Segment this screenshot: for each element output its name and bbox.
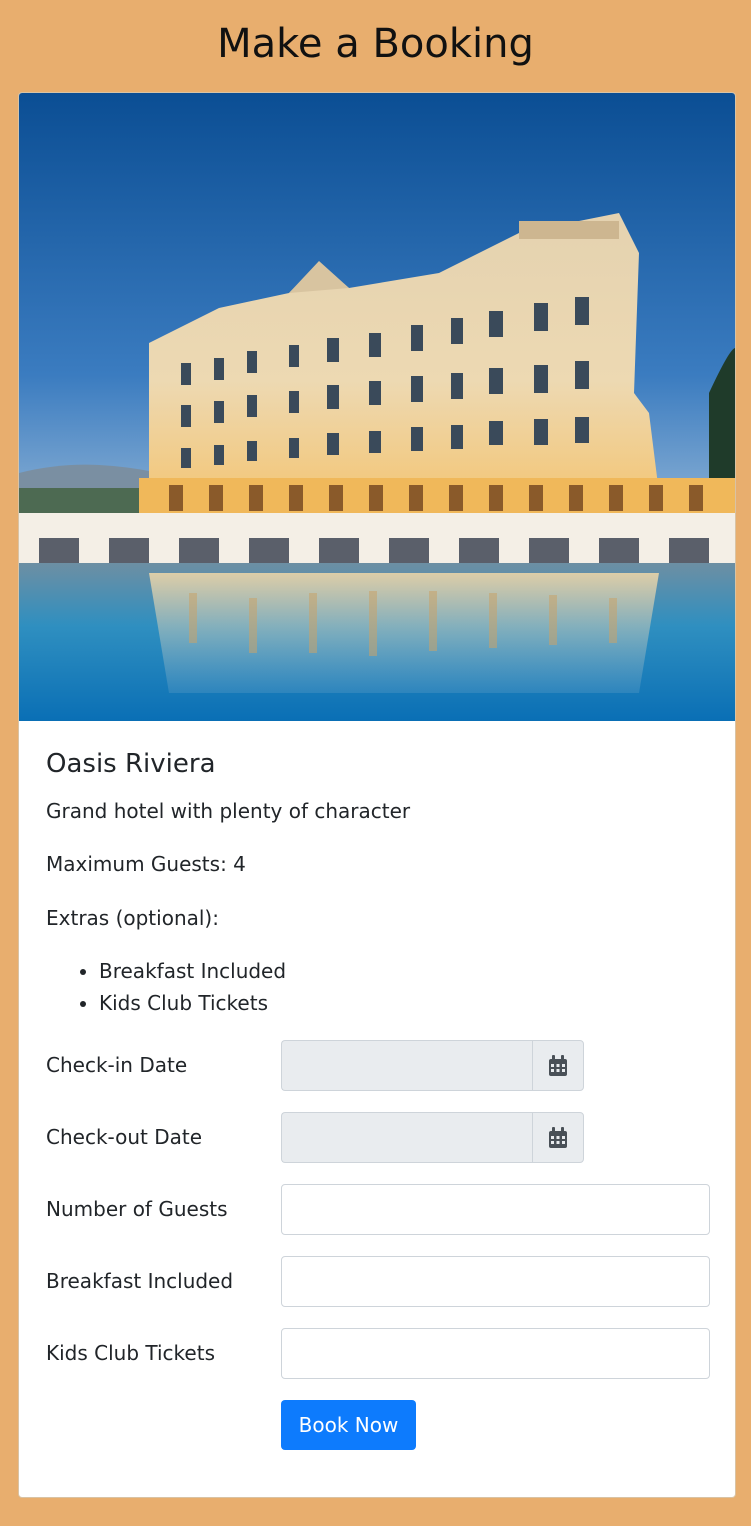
hotel-name: Oasis Riviera [46, 749, 216, 779]
kids-club-input[interactable] [281, 1328, 710, 1379]
max-guests: Maximum Guests: 4 [46, 852, 246, 876]
checkout-date-input[interactable] [281, 1112, 532, 1163]
kids-club-row: Kids Club Tickets [46, 1328, 710, 1379]
checkin-date-input[interactable] [281, 1040, 532, 1091]
guests-label: Number of Guests [46, 1197, 228, 1221]
page-title: Make a Booking [217, 21, 534, 67]
checkout-row: Check-out Date [46, 1112, 710, 1163]
calendar-icon [549, 1126, 567, 1148]
calendar-icon [549, 1054, 567, 1076]
checkin-row: Check-in Date [46, 1040, 710, 1091]
extras-list: Breakfast Included Kids Club Tickets [46, 955, 286, 1019]
list-item: Kids Club Tickets [99, 987, 286, 1019]
guests-row: Number of Guests [46, 1184, 710, 1235]
checkout-label: Check-out Date [46, 1125, 203, 1149]
hotel-description: Grand hotel with plenty of character [46, 799, 411, 823]
checkin-calendar-button[interactable] [532, 1040, 584, 1091]
checkout-calendar-button[interactable] [532, 1112, 584, 1163]
guests-input[interactable] [281, 1184, 710, 1235]
breakfast-input[interactable] [281, 1256, 710, 1307]
hotel-image [19, 93, 735, 721]
list-item: Breakfast Included [99, 955, 286, 987]
booking-card: Oasis Riviera Grand hotel with plenty of… [18, 92, 736, 1498]
extras-label: Extras (optional): [46, 906, 219, 930]
kids-club-label: Kids Club Tickets [46, 1341, 215, 1365]
breakfast-label: Breakfast Included [46, 1269, 234, 1293]
checkin-label: Check-in Date [46, 1053, 188, 1077]
book-now-button[interactable]: Book Now [281, 1400, 416, 1450]
breakfast-row: Breakfast Included [46, 1256, 710, 1307]
